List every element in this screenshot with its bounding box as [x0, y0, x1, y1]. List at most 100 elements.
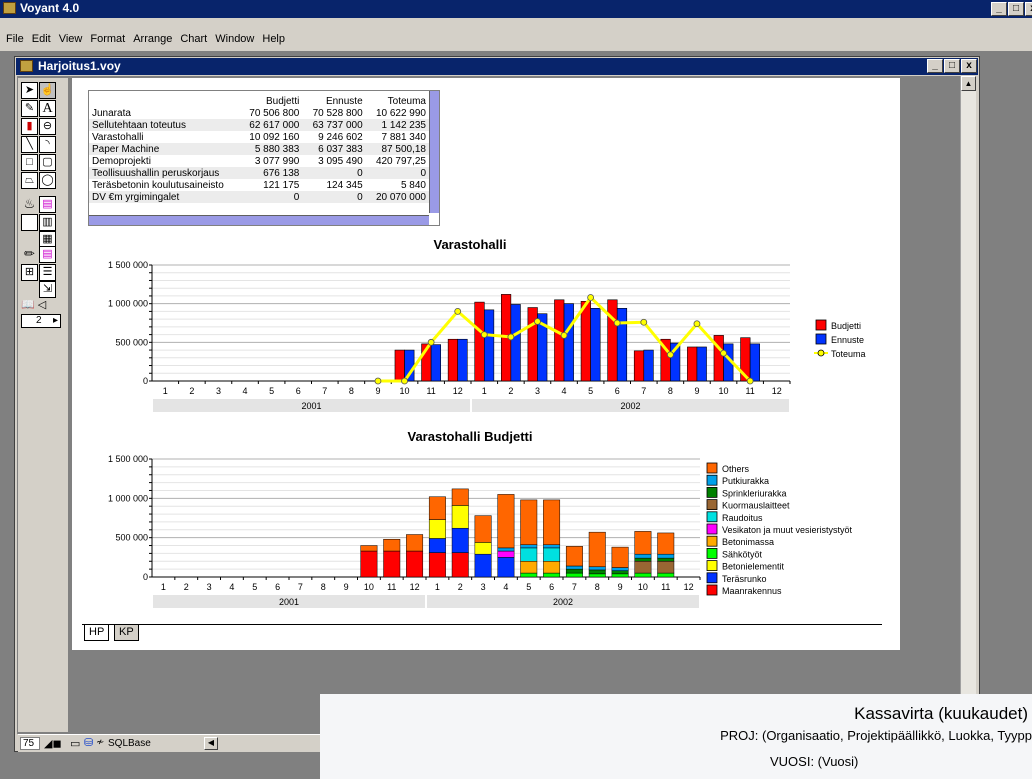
table-row[interactable]: Varastohalli 10 092 160 9 246 602 7 881 340	[89, 131, 429, 143]
stacked-segment-maanrakennus	[360, 550, 378, 578]
zoom-level[interactable]: 75	[20, 737, 40, 750]
vertical-scrollbar[interactable]: ▲	[960, 76, 976, 736]
line-point-toteuma	[640, 318, 648, 326]
tab-hp[interactable]: HP	[84, 625, 110, 641]
x-group-label: 2002	[553, 597, 573, 607]
fill-color-picker-icon[interactable]: ▤	[39, 196, 56, 213]
ellipse-tool-icon[interactable]: ◯	[39, 172, 56, 189]
x-tick-label: 2	[508, 386, 513, 396]
line-point-toteuma	[746, 377, 754, 385]
eyedropper-tool-icon[interactable]: ✎	[21, 100, 38, 117]
stacked-segment-ter-srunko	[497, 557, 515, 578]
hand-tool-icon[interactable]: ☝	[39, 82, 56, 99]
table-row-label: DV €m yrgimingalet	[89, 191, 239, 203]
text-tool-icon[interactable]: A	[39, 100, 56, 117]
legend-label: Putkiurakka	[722, 476, 769, 486]
x-tick-label: 12	[684, 582, 694, 592]
table-row[interactable]: Teräsbetonin koulutusaineisto 121 175 124 …	[89, 179, 429, 191]
table-header-row: Budjetti Ennuste Toteuma	[89, 95, 429, 107]
database-icon: ⛁	[84, 737, 94, 749]
line-tool-icon[interactable]: ╲	[21, 136, 38, 153]
stacked-segment-maanrakennus	[451, 552, 469, 578]
rounded-rect-tool-icon[interactable]: ▢	[39, 154, 56, 171]
connection-icon: ≁	[96, 737, 105, 748]
fill-swatch[interactable]	[21, 214, 38, 231]
table-vertical-scrollbar[interactable]	[429, 91, 439, 213]
doc-maximize-button[interactable]: □	[944, 59, 960, 73]
menu-help[interactable]: Help	[258, 30, 289, 48]
data-table: Budjetti Ennuste Toteuma Junarata 70 506 …	[89, 95, 429, 203]
info-popup: Kassavirta (kuukaudet) PROJ: (Organisaat…	[320, 694, 1032, 779]
table-cell: 70 528 800	[312, 107, 363, 119]
stacked-segment-others	[474, 515, 492, 543]
rectangle-tool-icon[interactable]: □	[21, 154, 38, 171]
app-maximize-button[interactable]: □	[1008, 2, 1024, 16]
fill-pattern-picker-icon[interactable]: ▥	[39, 214, 56, 231]
stacked-segment-betonielementit	[451, 505, 469, 529]
menu-arrange[interactable]: Arrange	[129, 30, 176, 48]
pen-icon[interactable]: ✏	[21, 246, 38, 263]
stacked-segment-s-hk-ty-t	[657, 572, 675, 578]
legend-label: Ennuste	[831, 335, 864, 345]
menu-file[interactable]: File	[2, 30, 28, 48]
stacked-segment-putkiurakka	[543, 544, 561, 549]
x-tick-label: 5	[588, 386, 593, 396]
x-tick-label: 7	[298, 582, 303, 592]
line-end-picker-icon[interactable]: ⇲	[39, 281, 56, 298]
table-row[interactable]: DV €m yrgimingalet 0 0 20 070 000	[89, 191, 429, 203]
arc-tool-icon[interactable]: ◝	[39, 136, 56, 153]
legend-label: Toteuma	[831, 349, 866, 359]
page-number-field[interactable]: 2 ▸	[21, 314, 61, 328]
horizontal-scroll-left-button[interactable]: ◀	[204, 737, 218, 750]
tab-kp[interactable]: KP	[114, 625, 139, 641]
stacked-segment-betonimassa	[543, 561, 561, 574]
x-tick-label: 1	[482, 386, 487, 396]
table-cell: 9 246 602	[318, 131, 363, 143]
page-next-icon[interactable]: ▸	[53, 315, 58, 326]
table-horizontal-scrollbar[interactable]	[89, 215, 429, 225]
legend-label: Teräsrunko	[722, 574, 767, 584]
table-row[interactable]: Junarata 70 506 800 70 528 800 10 622 990	[89, 107, 429, 119]
x-tick-label: 6	[296, 386, 301, 396]
table-row-label: Paper Machine	[89, 143, 239, 155]
legend-label: Vesikaton ja muut vesieristystyöt	[722, 525, 853, 535]
arrow-tool-icon[interactable]: ➤	[21, 82, 38, 99]
line-grid-icon[interactable]: ⊞	[21, 264, 38, 281]
fill-bucket-icon[interactable]: ♨	[21, 196, 38, 213]
x-tick-label: 6	[549, 582, 554, 592]
menu-edit[interactable]: Edit	[28, 30, 55, 48]
menu-view[interactable]: View	[55, 30, 87, 48]
menu-format[interactable]: Format	[86, 30, 129, 48]
x-tick-label: 11	[745, 386, 754, 396]
table-cell: 5 840	[400, 179, 426, 191]
line-color-picker-icon[interactable]: ▤	[39, 246, 56, 263]
stacked-segment-s-hk-ty-t	[565, 572, 583, 578]
table-row[interactable]: Teollisuushallin peruskorjaus 676 138 0 0	[89, 167, 429, 179]
legend-swatch	[706, 548, 718, 559]
doc-close-button[interactable]: x	[961, 59, 977, 73]
table-row[interactable]: Sellutehtaan toteutus 62 617 000 63 737 00…	[89, 119, 429, 131]
page-navigation-icon[interactable]: 📖 ◁	[21, 298, 46, 311]
app-close-button[interactable]: x	[1025, 2, 1032, 16]
zoom-slider-icon[interactable]: ◢◼	[44, 737, 62, 750]
rounded-text-tool-icon[interactable]: ⊖	[39, 118, 56, 135]
line-style-picker-icon[interactable]: ☰	[39, 264, 56, 281]
stacked-segment-ter-srunko	[474, 553, 492, 578]
doc-minimize-button[interactable]: _	[927, 59, 943, 73]
table-row[interactable]: Paper Machine 5 880 383 6 037 383 87 500,18	[89, 143, 429, 155]
chart1-title: Varastohalli	[433, 237, 507, 252]
table-row[interactable]: Demoprojekti 3 077 990 3 095 490 420 797,25	[89, 155, 429, 167]
scroll-up-button[interactable]: ▲	[961, 76, 976, 91]
x-group-label: 2001	[279, 597, 299, 607]
app-minimize-button[interactable]: _	[991, 2, 1007, 16]
polygon-tool-icon[interactable]: ⏢	[21, 172, 38, 189]
x-tick-label: 3	[535, 386, 540, 396]
menu-window[interactable]: Window	[211, 30, 258, 48]
line-point-toteuma	[560, 331, 568, 339]
x-tick-label: 5	[269, 386, 274, 396]
menu-chart[interactable]: Chart	[176, 30, 211, 48]
chart-tool-icon[interactable]: ▮	[21, 118, 38, 135]
view-icon[interactable]: ▭	[70, 737, 80, 750]
stacked-segment-putkiurakka	[657, 553, 675, 559]
table-header-cell	[89, 95, 239, 107]
